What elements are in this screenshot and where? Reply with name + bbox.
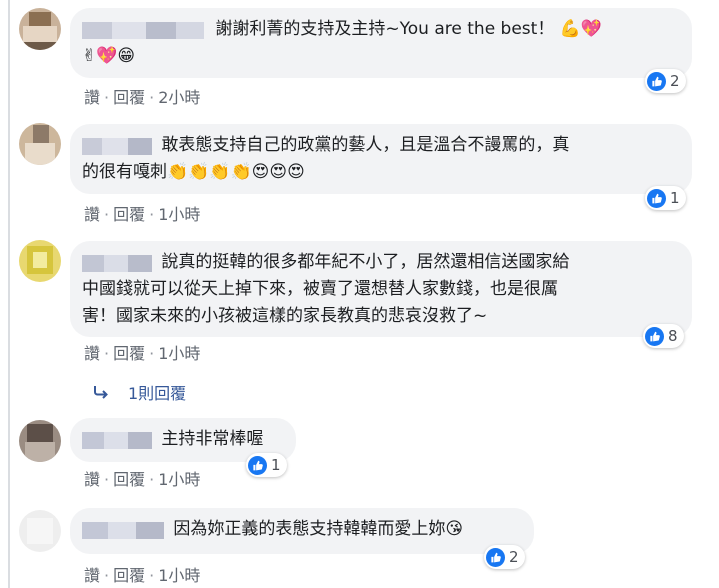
timestamp[interactable]: 1小時: [158, 470, 200, 489]
commenter-name[interactable]: [82, 431, 152, 449]
reply-link[interactable]: 回覆: [113, 344, 145, 363]
view-replies-link[interactable]: 1則回覆: [92, 380, 186, 404]
separator: ·: [104, 566, 110, 585]
avatar[interactable]: [19, 240, 61, 282]
thumbs-up-icon: [647, 71, 666, 91]
avatar[interactable]: [19, 8, 61, 50]
comment-actions: 讚 · 回覆 · 1小時: [84, 201, 200, 225]
reply-link[interactable]: 回覆: [113, 88, 145, 107]
avatar[interactable]: [19, 420, 61, 462]
like-link[interactable]: 讚: [84, 470, 100, 489]
separator: ·: [104, 205, 110, 224]
emoji-group: 👏👏👏👏😍😍😍: [167, 162, 305, 182]
reaction-count: 2: [670, 72, 680, 90]
avatar[interactable]: [19, 510, 61, 552]
reaction-count: 1: [271, 456, 281, 474]
comment-text: 說真的挺韓的很多都年紀不小了，居然還相信送國家給: [161, 252, 570, 272]
separator: ·: [149, 88, 155, 107]
comment-text: 因為妳正義的表態支持韓韓而愛上妳: [173, 519, 446, 539]
comment-text: 中國錢就可以從天上掉下來，被賣了還想替人家數錢，也是很厲: [82, 279, 558, 299]
emoji-group: ✌💖😁: [82, 46, 136, 66]
separator: ·: [104, 88, 110, 107]
comment-actions: 讚 · 回覆 · 2小時: [84, 84, 200, 108]
commenter-name[interactable]: [82, 21, 206, 39]
reaction-count: 8: [668, 327, 678, 345]
reaction-count-badge[interactable]: 1: [645, 186, 686, 210]
thumbs-up-icon: [486, 547, 505, 567]
comment-actions: 讚 · 回覆 · 1小時: [84, 562, 200, 586]
separator: ·: [104, 470, 110, 489]
comment-text: 謝謝利菁的支持及主持~You are the best！: [215, 19, 555, 39]
comment-text: 的很有嘎刺: [82, 162, 167, 182]
comment-actions: 讚 · 回覆 · 1小時: [84, 466, 200, 490]
commenter-name[interactable]: [82, 137, 152, 155]
like-link[interactable]: 讚: [84, 566, 100, 585]
thumbs-up-icon: [647, 188, 666, 208]
like-link[interactable]: 讚: [84, 205, 100, 224]
commenter-name[interactable]: [82, 254, 152, 272]
emoji-group: 😘: [445, 519, 464, 539]
reaction-count-badge[interactable]: 1: [246, 453, 287, 477]
reaction-count: 2: [509, 548, 519, 566]
emoji-group: 💪💖: [559, 19, 603, 39]
comment-actions: 讚 · 回覆 · 1小時: [84, 340, 200, 364]
comment-bubble: 敢表態支持自己的政黨的藝人，且是溫合不謾罵的，真 的很有嘎刺👏👏👏👏😍😍😍: [70, 124, 692, 194]
reaction-count-badge[interactable]: 8: [643, 324, 684, 348]
avatar[interactable]: [19, 123, 61, 165]
like-link[interactable]: 讚: [84, 88, 100, 107]
comment-text: 主持非常棒喔: [161, 429, 264, 449]
timestamp[interactable]: 1小時: [158, 566, 200, 585]
reply-link[interactable]: 回覆: [113, 566, 145, 585]
separator: ·: [149, 566, 155, 585]
thumbs-up-icon: [248, 455, 267, 475]
comment-text: 害！國家未來的小孩被這樣的家長教真的悲哀沒救了~: [82, 306, 488, 326]
replies-count[interactable]: 1則回覆: [128, 380, 186, 404]
reply-link[interactable]: 回覆: [113, 205, 145, 224]
thread-line: [8, 0, 10, 588]
like-link[interactable]: 讚: [84, 344, 100, 363]
reply-link[interactable]: 回覆: [113, 470, 145, 489]
commenter-name[interactable]: [82, 521, 164, 539]
reaction-count: 1: [670, 189, 680, 207]
timestamp[interactable]: 1小時: [158, 344, 200, 363]
timestamp[interactable]: 1小時: [158, 205, 200, 224]
reply-arrow-icon: [94, 386, 108, 399]
comment-bubble: 因為妳正義的表態支持韓韓而愛上妳😘: [70, 508, 534, 554]
timestamp[interactable]: 2小時: [158, 88, 200, 107]
separator: ·: [149, 344, 155, 363]
separator: ·: [149, 470, 155, 489]
reaction-count-badge[interactable]: 2: [645, 69, 686, 93]
comment-text: 敢表態支持自己的政黨的藝人，且是溫合不謾罵的，真: [161, 135, 570, 155]
thumbs-up-icon: [645, 326, 664, 346]
comment-bubble: 謝謝利菁的支持及主持~You are the best！ 💪💖 ✌💖😁: [70, 8, 692, 78]
separator: ·: [149, 205, 155, 224]
comment-bubble: 說真的挺韓的很多都年紀不小了，居然還相信送國家給 中國錢就可以從天上掉下來，被賣…: [70, 241, 692, 337]
separator: ·: [104, 344, 110, 363]
reaction-count-badge[interactable]: 2: [484, 545, 525, 569]
